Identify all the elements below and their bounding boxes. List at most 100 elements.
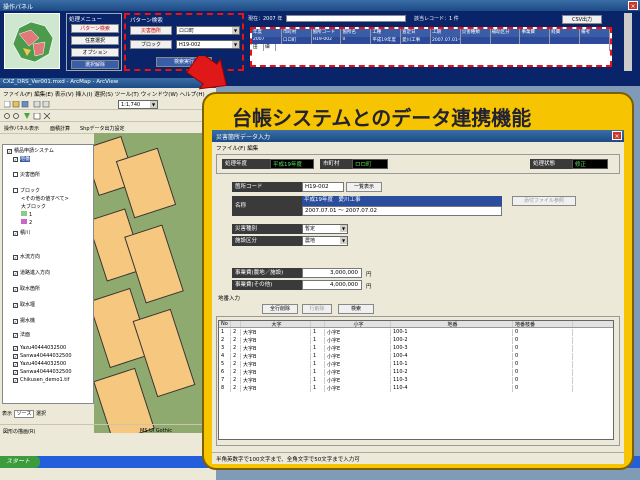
toc-layer[interactable]: ✓ Sanwa40444032500 bbox=[13, 353, 72, 359]
table-of-contents[interactable]: ✓ 積品申請システム ✓ 地番 災害箇所 ブロック <その他の値すべて> 大ブロック… bbox=[2, 144, 94, 404]
tab-display[interactable]: 表示 bbox=[2, 411, 12, 417]
menu-select[interactable]: 選択(S) bbox=[94, 92, 113, 98]
menu-file[interactable]: ファイル(F) bbox=[3, 92, 32, 98]
menu-insert[interactable]: 挿入(I) bbox=[76, 92, 93, 98]
project-cost-farmland-input[interactable]: 3,000,000 bbox=[302, 268, 362, 278]
col-header[interactable]: 補助区分 bbox=[491, 29, 521, 37]
table-row[interactable]: 2 2 大字B 1 小字E 100-2 0 bbox=[219, 337, 613, 344]
col-header[interactable]: 箇所コード bbox=[312, 29, 342, 37]
year-scrollbar[interactable] bbox=[286, 15, 406, 22]
project-cost-other-input[interactable]: 4,000,000 bbox=[302, 280, 362, 290]
period-input[interactable]: 2007.07.01 ～ 2007.07.02 bbox=[302, 206, 502, 216]
col-header[interactable]: 経費 bbox=[550, 29, 581, 37]
toc-layer[interactable]: ✓ 法面 bbox=[13, 331, 30, 338]
col-header[interactable]: 地番 bbox=[391, 321, 513, 327]
toc-layer[interactable]: ブロック bbox=[13, 187, 40, 194]
checkbox[interactable]: ✓ bbox=[13, 362, 18, 367]
col-header[interactable]: 工種 bbox=[371, 29, 402, 37]
list-view-button[interactable]: 一覧表示 bbox=[346, 182, 382, 192]
tab-source[interactable]: ソース bbox=[13, 410, 35, 418]
toc-layer[interactable]: ✓ 道路進入方向 bbox=[13, 269, 50, 276]
area-calc-button[interactable]: 面積計算 bbox=[50, 125, 70, 132]
col-header[interactable]: 査定日 bbox=[401, 29, 431, 37]
toc-layer[interactable]: ✓ Chikusen_demo1.tif bbox=[13, 377, 69, 383]
col-header[interactable] bbox=[311, 321, 325, 327]
toc-layer[interactable]: ✓ 積品申請システム bbox=[7, 147, 54, 154]
parcel-grid[interactable]: No 大字 小字 地番 地番枝番 1 2 大字B 1 小字E 100-1 0 2 2 大字B 1 小… bbox=[218, 320, 614, 440]
checkbox[interactable]: ✓ bbox=[13, 378, 18, 383]
close-button[interactable]: × bbox=[612, 131, 622, 140]
nav-tool-icons[interactable] bbox=[4, 113, 104, 120]
pattern-search-button[interactable]: パターン検索 bbox=[71, 24, 119, 33]
map-parcel[interactable] bbox=[124, 224, 184, 304]
checkbox[interactable]: ✓ bbox=[13, 346, 18, 351]
checkbox[interactable]: ✓ bbox=[13, 271, 18, 276]
checkbox[interactable]: ✓ bbox=[13, 354, 18, 359]
table-row[interactable]: 5 2 大字B 1 小字E 110-1 0 bbox=[219, 361, 613, 368]
checkbox[interactable]: ✓ bbox=[13, 333, 18, 338]
draw-menu-button[interactable]: 図形の描画(R) bbox=[3, 429, 35, 435]
col-header[interactable]: No bbox=[219, 321, 231, 327]
toc-layer[interactable]: ✓ 積川 bbox=[13, 229, 30, 236]
col-header[interactable]: 災害種類 bbox=[461, 29, 491, 37]
menu-edit[interactable]: 編集(E) bbox=[34, 92, 53, 98]
menu-tools[interactable]: ツール(T) bbox=[115, 92, 139, 98]
col-header[interactable]: 工期 bbox=[431, 29, 461, 37]
clear-selection-button[interactable]: 選択解除 bbox=[71, 60, 119, 69]
table-row[interactable]: 田 細 bbox=[252, 44, 610, 51]
toc-layer[interactable]: ✓ Yazu40444032500 bbox=[13, 345, 66, 351]
csv-export-button[interactable]: CSV出力 bbox=[562, 15, 602, 24]
toc-layer[interactable]: ✓ 取水堰 bbox=[13, 301, 35, 308]
facility-type-dropdown[interactable]: 農地 ▼ bbox=[302, 236, 348, 246]
table-row[interactable]: 6 2 大字B 1 小字E 110-2 0 bbox=[219, 369, 613, 376]
toc-layer[interactable]: ✓ 揚水機 bbox=[13, 317, 35, 324]
map-parcel[interactable] bbox=[132, 308, 196, 398]
table-row[interactable]: 3 2 大字B 1 小字E 100-3 0 bbox=[219, 345, 613, 352]
toc-layer[interactable]: ✓ 取水箇所 bbox=[13, 285, 40, 292]
delete-row-button[interactable]: 行削除 bbox=[302, 304, 332, 314]
disaster-type-dropdown[interactable]: 暫定 ▼ bbox=[302, 224, 348, 234]
toc-layer[interactable]: 災害箇所 bbox=[13, 171, 40, 178]
table-row[interactable]: 7 2 大字B 1 小字E 110-3 0 bbox=[219, 377, 613, 384]
checkbox[interactable]: ✓ bbox=[13, 370, 18, 375]
toc-layer[interactable]: ✓ 地番 bbox=[13, 155, 31, 162]
checkbox[interactable]: ✓ bbox=[13, 287, 18, 292]
close-button[interactable]: × bbox=[628, 1, 638, 10]
col-header[interactable]: 小字 bbox=[325, 321, 391, 327]
toolbar-icons[interactable] bbox=[3, 100, 64, 108]
col-header[interactable]: 事業費 bbox=[520, 29, 551, 37]
arbitrary-select-button[interactable]: 任意選択 bbox=[71, 36, 119, 45]
name-input[interactable]: 平成19年度 愛川工事 bbox=[302, 196, 502, 206]
menu-edit[interactable]: 編集 bbox=[247, 146, 258, 152]
site-code-input[interactable]: H19-002 bbox=[302, 182, 344, 192]
table-row[interactable]: 4 2 大字B 1 小字E 100-4 0 bbox=[219, 353, 613, 360]
toc-layer[interactable]: ✓ Sanwa40444032500 bbox=[13, 369, 72, 375]
col-header[interactable]: 箇所名 bbox=[341, 29, 372, 37]
delete-all-rows-button[interactable]: 全行削除 bbox=[262, 304, 298, 314]
col-header[interactable]: 備考 bbox=[580, 29, 610, 37]
shp-export-settings-button[interactable]: Shpデータ出力設定 bbox=[80, 125, 125, 132]
col-header[interactable] bbox=[231, 321, 241, 327]
checkbox[interactable]: ✓ bbox=[7, 149, 12, 154]
menu-window[interactable]: ウィンドウ(W) bbox=[141, 92, 178, 98]
table-row[interactable]: 2007 ロロ町 H19-002 0 平成19年度 愛川工事 2007.07.0… bbox=[252, 37, 610, 44]
block-dropdown[interactable]: H19-002 ▼ bbox=[176, 40, 240, 49]
checkbox[interactable] bbox=[13, 188, 18, 193]
col-header[interactable]: 大字 bbox=[241, 321, 311, 327]
checkbox[interactable]: ✓ bbox=[13, 157, 18, 162]
checkbox[interactable]: ✓ bbox=[13, 231, 18, 236]
disaster-site-dropdown[interactable]: ロロ町 ▼ bbox=[176, 26, 240, 35]
checkbox[interactable]: ✓ bbox=[13, 319, 18, 324]
col-header[interactable]: 地番枝番 bbox=[513, 321, 573, 327]
checkbox[interactable] bbox=[13, 172, 18, 177]
option-button[interactable]: オプション bbox=[71, 48, 119, 57]
tab-selection[interactable]: 選択 bbox=[36, 411, 46, 417]
font-name[interactable]: MS UI Gothic bbox=[140, 428, 172, 434]
col-header[interactable]: 年度 bbox=[252, 29, 282, 37]
checkbox[interactable]: ✓ bbox=[13, 255, 18, 260]
table-row[interactable]: 1 2 大字B 1 小字E 100-1 0 bbox=[219, 329, 613, 336]
vertical-scrollbar[interactable] bbox=[624, 13, 632, 71]
map-view[interactable] bbox=[94, 133, 216, 433]
scale-dropdown[interactable]: 1:1,740 ▼ bbox=[118, 100, 158, 109]
checkbox[interactable]: ✓ bbox=[13, 303, 18, 308]
